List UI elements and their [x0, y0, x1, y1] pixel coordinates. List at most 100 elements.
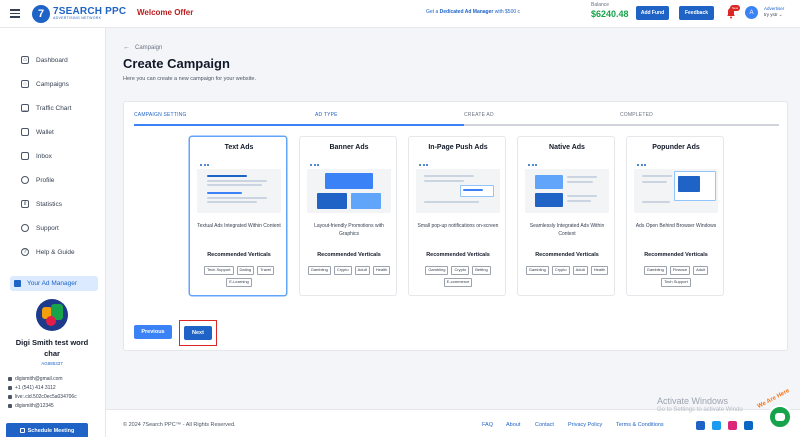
vertical-tag: Health — [590, 266, 609, 275]
chat-widget-button[interactable] — [768, 405, 792, 429]
sidebar-item-statistics[interactable]: ıl Statistics — [0, 195, 106, 213]
add-fund-button[interactable]: Add Fund — [636, 6, 669, 20]
sidebar-item-campaigns[interactable]: ⁘ Campaigns — [0, 75, 106, 93]
sidebar-item-support[interactable]: Support — [0, 219, 106, 237]
logo[interactable]: 7 7SEARCH PPC ADVERTISING NETWORK — [32, 4, 132, 23]
sidebar-item-inbox[interactable]: Inbox — [0, 147, 106, 165]
vertical-tags: Gambling Crypto Adult Health — [304, 266, 394, 275]
footer-link-terms[interactable]: Terms & Conditions — [616, 422, 664, 428]
help-icon: ? — [21, 248, 29, 256]
ad-type-title: Popunder Ads — [652, 144, 700, 151]
menu-icon[interactable] — [0, 9, 26, 18]
vertical-tag: Betting — [472, 266, 491, 275]
sidebar-item-label: Traffic Chart — [36, 104, 72, 112]
ad-type-description: Layout-friendly Promotions with Graphics — [314, 223, 384, 237]
facebook-icon[interactable] — [696, 421, 705, 430]
schedule-meeting-button[interactable]: Schedule Meeting — [6, 423, 88, 437]
ad-type-in-page-push-ads[interactable]: In-Page Push Ads Small pop-up notificati… — [408, 136, 506, 296]
ad-manager-email[interactable]: digismith@gmail.com — [8, 376, 104, 382]
copyright: © 2024 7Search PPC™ - All Rights Reserve… — [123, 422, 236, 428]
ad-type-title: Text Ads — [224, 144, 254, 151]
sidebar-item-traffic-chart[interactable]: ▁ Traffic Chart — [0, 99, 106, 117]
ad-type-description: Textual Ads Integrated Within Content — [197, 223, 281, 229]
ad-manager-telegram[interactable]: digismith@12345 — [8, 403, 104, 409]
step-create-ad: CREATE AD — [464, 112, 494, 118]
ad-manager-name-line2: char — [44, 348, 60, 358]
home-icon: ⌂ — [21, 56, 29, 64]
vertical-tag: E-commerce — [443, 277, 473, 287]
notification-bell[interactable]: New — [726, 5, 741, 20]
ad-manager-icon — [14, 280, 21, 287]
footer-link-privacy[interactable]: Privacy Policy — [568, 422, 602, 428]
ad-manager-name-line1: Digi Smith test word — [15, 338, 89, 347]
sidebar-item-wallet[interactable]: Wallet — [0, 123, 106, 141]
step-ad-type[interactable]: AD TYPE — [315, 112, 338, 118]
campaign-card: CAMPAIGN SETTING AD TYPE CREATE AD COMPL… — [123, 101, 788, 351]
logo-mark-icon: 7 — [32, 4, 50, 23]
instagram-icon[interactable] — [728, 421, 737, 430]
ad-manager-id: AG885337 — [41, 361, 63, 366]
vertical-tag: Crypto — [333, 266, 352, 275]
welcome-offer-link[interactable]: Welcome Offer — [137, 8, 193, 17]
sidebar-item-dashboard[interactable]: ⌂ Dashboard — [0, 51, 106, 69]
ad-type-text-ads[interactable]: Text Ads Textual Ads Integrated Within C… — [189, 136, 287, 296]
popunder-ads-preview — [634, 161, 718, 213]
breadcrumb-label: Campaign — [135, 44, 163, 51]
step-campaign-setting[interactable]: CAMPAIGN SETTING — [134, 112, 187, 118]
ad-type-popunder-ads[interactable]: Popunder Ads Ads Open Behind Browser Win… — [626, 136, 724, 296]
dedicated-manager-banner[interactable]: Get a Dedicated Ad Manager with $500 c — [426, 9, 520, 15]
ad-type-native-ads[interactable]: Native Ads Seamlessly Integrated Ads Wit… — [517, 136, 615, 296]
recommended-verticals-label: Recommended Verticals — [207, 252, 271, 258]
vertical-tag: Gambling — [425, 266, 449, 275]
ad-type-description: Ads Open Behind Browser Windows — [635, 223, 717, 229]
ad-manager-phone[interactable]: +1 (541) 414 3112 — [8, 385, 104, 391]
ad-manager-telegram-text: digismith@12345 — [15, 403, 54, 409]
calendar-icon — [19, 428, 25, 433]
skype-icon — [8, 395, 12, 399]
twitter-icon[interactable] — [712, 421, 721, 430]
sidebar-item-profile[interactable]: Profile — [0, 171, 106, 189]
linkedin-icon[interactable] — [744, 421, 753, 430]
ad-manager-skype[interactable]: live:.cid.502c0ec5a034706c — [8, 394, 104, 400]
previous-button[interactable]: Previous — [134, 325, 172, 339]
ad-type-banner-ads[interactable]: Banner Ads Layout-friendly Promotions wi… — [299, 136, 397, 296]
balance-value: $6240.48 — [591, 9, 629, 19]
vertical-tag: Adult — [693, 266, 709, 275]
sidebar-item-label: Statistics — [36, 200, 63, 208]
ad-manager-label: Your Ad Manager — [27, 280, 77, 287]
wallet-icon — [21, 128, 29, 136]
step-completed: COMPLETED — [620, 112, 653, 118]
sidebar-item-label: Support — [36, 224, 59, 232]
vertical-tag: Tech Support — [203, 266, 234, 275]
footer-link-contact[interactable]: Contact — [535, 422, 554, 428]
ad-type-title: In-Page Push Ads — [428, 144, 488, 151]
vertical-tag: Adult — [572, 266, 588, 275]
next-button[interactable]: Next — [184, 326, 212, 340]
vertical-tags: Tech Support Dating Travel E-Learning — [194, 266, 284, 287]
feedback-button[interactable]: Feedback — [679, 6, 714, 20]
vertical-tag: Finance — [669, 266, 691, 275]
sidebar-item-label: Profile — [36, 176, 55, 184]
email-icon — [8, 377, 12, 381]
footer: © 2024 7Search PPC™ - All Rights Reserve… — [106, 409, 800, 437]
schedule-meeting-label: Schedule Meeting — [27, 427, 75, 434]
vertical-tag: Gambling — [525, 266, 549, 275]
ad-type-title: Banner Ads — [329, 144, 369, 151]
activate-windows-subtitle: Go to Settings to activate Windo — [657, 407, 743, 413]
vertical-tag: Crypto — [451, 266, 470, 275]
text-ads-preview — [197, 161, 281, 213]
user-name: try ystr ⌄ — [764, 11, 783, 17]
footer-link-faq[interactable]: FAQ — [482, 422, 493, 428]
sidebar: ⌂ Dashboard ⁘ Campaigns ▁ Traffic Chart … — [0, 28, 106, 437]
user-avatar[interactable]: A — [745, 6, 758, 19]
footer-link-about[interactable]: About — [506, 422, 520, 428]
user-menu[interactable]: Advertiser try ystr ⌄ — [764, 6, 784, 18]
balance: Balance $6240.48 — [591, 3, 629, 19]
breadcrumb[interactable]: ← Campaign — [123, 44, 162, 51]
vertical-tag: Tech Support — [661, 277, 691, 287]
ad-manager-phone-text: +1 (541) 414 3112 — [15, 385, 56, 391]
sidebar-item-help-guide[interactable]: ? Help & Guide — [0, 243, 106, 261]
notification-badge: New — [730, 5, 741, 11]
sidebar-item-label: Campaigns — [36, 80, 69, 88]
vertical-tags: Gambling Crypto Betting E-commerce — [413, 266, 503, 287]
